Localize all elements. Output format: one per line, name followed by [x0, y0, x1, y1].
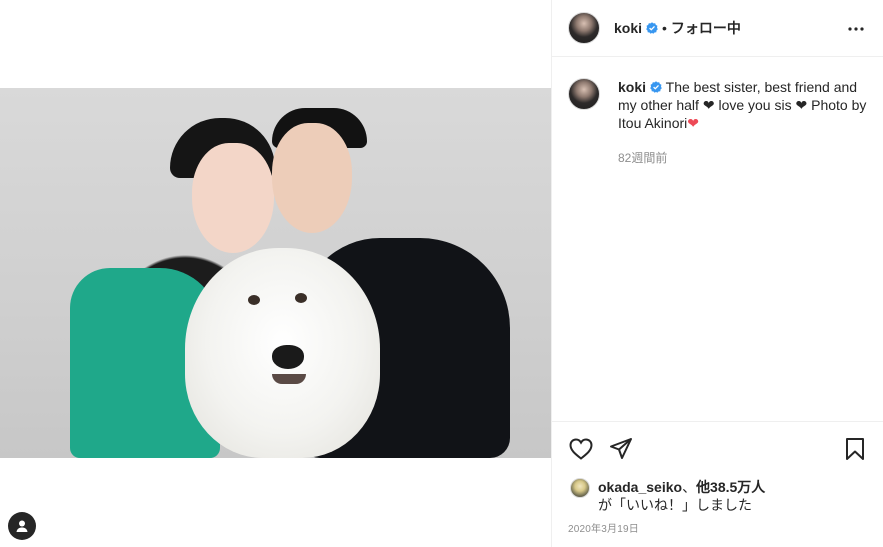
bookmark-icon[interactable] — [842, 436, 868, 462]
header-separator: • — [662, 20, 667, 36]
caption-avatar[interactable] — [568, 78, 600, 110]
post-photo[interactable] — [0, 88, 551, 458]
caption-red-heart-icon: ❤ — [687, 115, 699, 131]
post-header: koki • フォロー中 — [552, 0, 883, 57]
photo-face-right — [272, 123, 352, 233]
share-icon[interactable] — [608, 436, 634, 462]
header-username[interactable]: koki — [614, 20, 642, 36]
photo-dog-nose — [272, 345, 304, 369]
caption-text: koki The best sister, best friend and my… — [618, 78, 868, 132]
caption-username[interactable]: koki — [618, 79, 646, 95]
avatar[interactable] — [568, 12, 600, 44]
likes-summary: okada_seiko、他38.5万人 が「いいね！」しました — [570, 478, 765, 514]
caption-text-part2: love you sis — [714, 97, 796, 113]
likes-suffix: が「いいね！」しました — [598, 497, 752, 513]
likes-text: okada_seiko、他38.5万人 が「いいね！」しました — [598, 478, 765, 514]
photo-dog-eye-right — [295, 293, 307, 303]
profile-icon[interactable] — [8, 512, 36, 540]
liker-username[interactable]: okada_seiko — [598, 479, 682, 495]
action-bar — [552, 421, 883, 475]
verified-badge-icon — [650, 81, 662, 93]
verified-badge-icon — [646, 22, 658, 34]
caption-heart-icon: ❤ — [702, 97, 715, 113]
photo-dog-mouth — [272, 374, 306, 384]
caption-heart-icon: ❤ — [795, 97, 808, 113]
media-area — [0, 0, 551, 547]
post-side-panel: koki • フォロー中 koki The best sister, best … — [551, 0, 883, 547]
follow-state-button[interactable]: フォロー中 — [671, 18, 741, 38]
more-options-icon[interactable] — [846, 19, 866, 39]
heart-icon[interactable] — [568, 436, 594, 462]
liker-avatar[interactable] — [570, 478, 590, 498]
likes-connector: 、 — [682, 479, 697, 495]
photo-dog-eye-left — [248, 295, 260, 305]
likes-count[interactable]: 他38.5万人 — [696, 479, 765, 495]
post-date[interactable]: 2020年3月19日 — [568, 520, 639, 535]
photo-face-left — [192, 143, 274, 253]
caption-row: koki The best sister, best friend and my… — [568, 78, 868, 132]
post-time-ago[interactable]: 82週間前 — [618, 149, 667, 166]
